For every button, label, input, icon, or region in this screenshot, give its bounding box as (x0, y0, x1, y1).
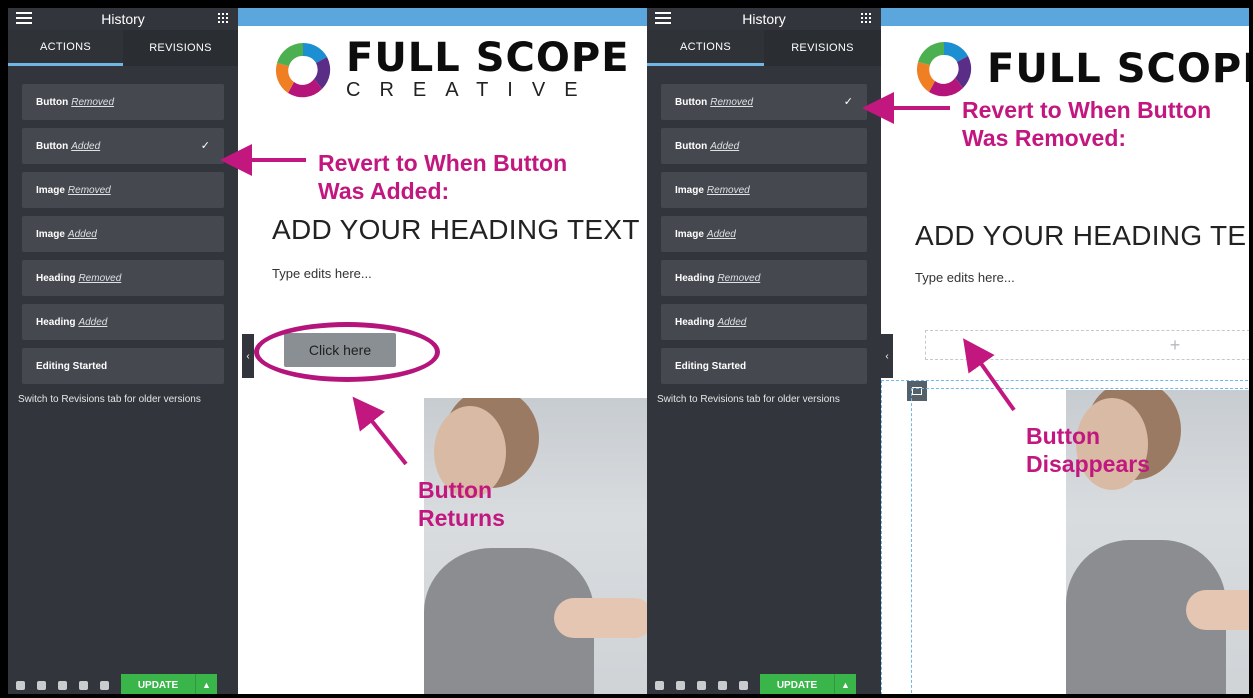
note-line: Was Added: (318, 178, 450, 204)
note-line: Was Removed: (962, 125, 1127, 151)
arrow-to-click-button (352, 396, 408, 466)
note-button-disappears: Button Disappears (1026, 422, 1150, 478)
screenshot-frame: History ACTIONS REVISIONS Button Removed B… (0, 0, 1253, 698)
note-revert-added: Revert to When Button Was Added: (318, 149, 567, 205)
note-line: Disappears (1026, 451, 1151, 477)
note-line: Button (1026, 423, 1101, 449)
note-line: Button (418, 477, 493, 503)
note-button-returns: Button Returns (418, 476, 505, 532)
arrow-to-empty-placeholder (963, 338, 1016, 412)
note-revert-removed: Revert to When Button Was Removed: (962, 96, 1211, 152)
note-line: Revert to When Button (962, 97, 1212, 123)
note-line: Returns (418, 505, 505, 531)
note-line: Revert to When Button (318, 150, 568, 176)
